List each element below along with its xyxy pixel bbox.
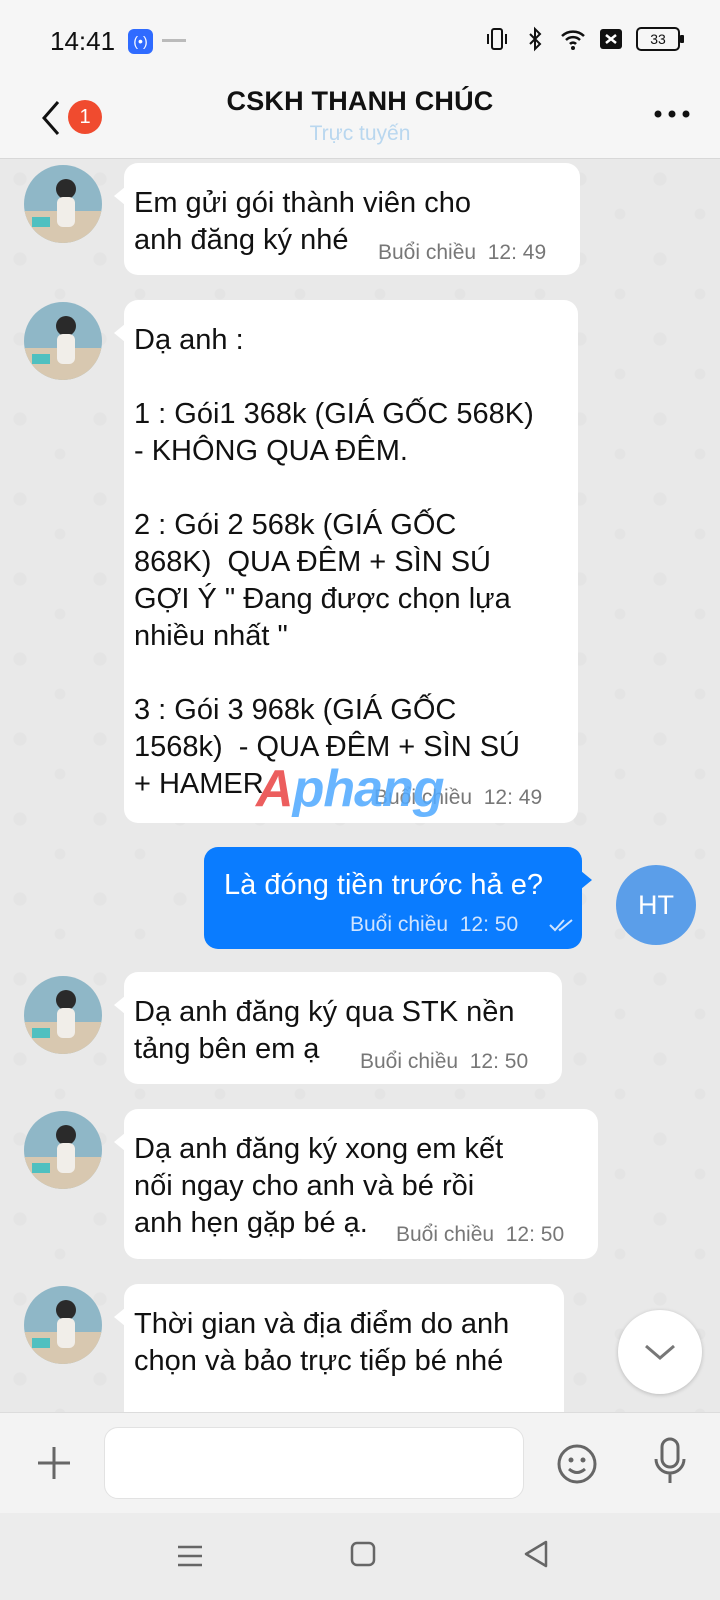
status-bar: 14:41 (•) 33 [0,0,720,82]
back-button[interactable]: 1 [38,92,118,142]
time-label: Buổi chiều [350,913,449,936]
emoji-icon[interactable] [556,1443,598,1485]
composer-bar [0,1412,720,1513]
message-time: Buổi chiều 12: 50 [350,913,518,937]
message-time: Buổi chiều 12: 50 [396,1223,564,1247]
contact-avatar[interactable] [24,302,102,380]
status-time: 14:41 [50,26,116,56]
unread-badge: 1 [68,100,102,134]
add-attachment-icon[interactable] [34,1443,74,1483]
time-value: 12: 50 [469,1050,529,1073]
time-value: 12: 50 [505,1223,565,1246]
message-bubble[interactable]: Thời gian và địa điểm do anh chọn và bảo… [114,1284,564,1412]
time-label: Buổi chiều [396,1223,495,1246]
message-bubble[interactable]: Dạ anh đăng ký qua STK nền tảng bên em ạ… [114,972,562,1084]
bluetooth-icon [529,26,542,52]
contact-avatar[interactable] [24,165,102,243]
battery-icon: 33 [636,27,684,51]
message-bubble[interactable]: Em gửi gói thành viên cho anh đăng ký nh… [114,163,580,275]
home-icon[interactable] [350,1541,376,1567]
chevron-left-icon [42,101,60,135]
contact-avatar[interactable] [24,1111,102,1189]
time-value: 12: 49 [483,786,543,809]
chat-header: CSKH THANH CHÚC Trực tuyến 1 [0,82,720,159]
message-text: Là đóng tiền trước hả e? [224,869,543,901]
vibrate-icon [487,28,507,50]
message-text: Thời gian và địa điểm do anh chọn và bảo… [134,1308,510,1377]
message-text: Dạ anh : 1 : Gói1 368k (GIÁ GỐC 568K) - … [134,324,534,800]
time-value: 12: 50 [459,913,519,936]
sim-x-icon [600,29,622,49]
system-navigation-bar [0,1513,720,1600]
more-options-icon[interactable] [652,104,692,124]
message-time: Buổi chiều 12: 49 [378,241,546,265]
time-label: Buổi chiều [360,1050,459,1073]
back-triangle-icon[interactable] [522,1539,550,1569]
chevron-down-icon [645,1344,675,1360]
my-avatar[interactable]: HT [616,865,696,945]
message-bubble[interactable]: Dạ anh : 1 : Gói1 368k (GIÁ GỐC 568K) - … [114,300,578,823]
scroll-to-bottom-button[interactable] [618,1310,702,1394]
watermark-logo: Aphang [256,760,445,818]
wifi-icon [561,30,585,50]
message-bubble[interactable]: Dạ anh đăng ký xong em kết nối ngay cho … [114,1109,598,1259]
double-check-icon [549,919,573,932]
notification-small-icon [162,39,186,42]
contact-avatar[interactable] [24,1286,102,1364]
microphone-icon[interactable] [652,1437,688,1487]
notification-app-icon: (•) [128,29,153,54]
contact-avatar[interactable] [24,976,102,1054]
message-input[interactable] [104,1427,524,1499]
recent-apps-icon[interactable] [176,1543,204,1569]
message-time: Buổi chiều 12: 50 [360,1050,528,1074]
message-list[interactable]: Em gửi gói thành viên cho anh đăng ký nh… [0,159,720,1412]
time-label: Buổi chiều [378,241,477,264]
time-value: 12: 49 [487,241,547,264]
message-bubble-outgoing[interactable]: Là đóng tiền trước hả e? Buổi chiều 12: … [204,847,592,949]
